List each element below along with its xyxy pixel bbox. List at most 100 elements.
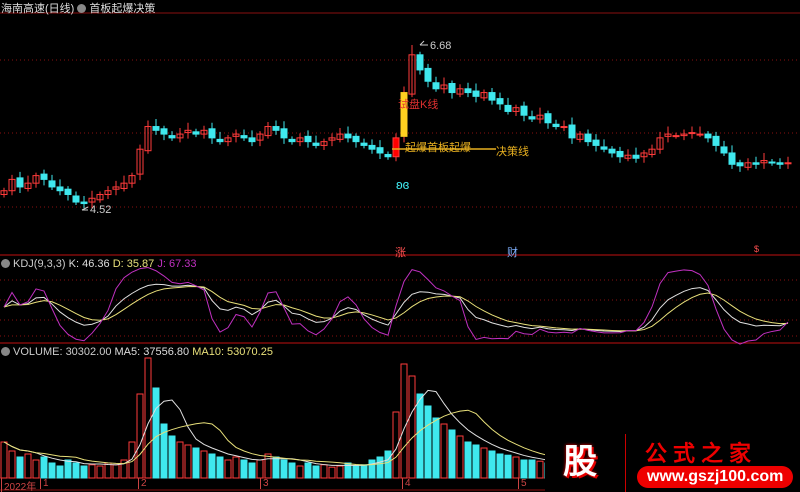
candle-body — [520, 105, 528, 116]
candle-body — [568, 124, 576, 139]
candle-body — [376, 147, 384, 154]
volume-bar — [424, 405, 432, 479]
decision-line-label: 决策线 — [496, 146, 529, 158]
candle-body — [392, 137, 400, 158]
volume-bar — [56, 465, 64, 479]
volume-bar — [376, 456, 384, 479]
candle-body — [16, 177, 24, 188]
watermark-url: www.gszj100.com — [637, 466, 794, 488]
time-axis-label: 1 — [40, 478, 49, 489]
candle-body — [40, 173, 48, 180]
candle-body — [632, 154, 640, 159]
volume-bar — [240, 459, 248, 479]
candle-body — [416, 54, 424, 71]
candle-body — [672, 135, 680, 138]
volume-bar — [408, 375, 416, 479]
watermark-glyph: 股 — [563, 443, 597, 481]
candle-body — [784, 162, 792, 165]
volume-bar — [48, 462, 56, 479]
candle-body — [688, 132, 696, 135]
mark-cai[interactable]: 财 — [507, 244, 518, 260]
mark-zhang[interactable]: 涨 — [395, 244, 406, 260]
candle-body — [608, 148, 616, 154]
candle-body — [728, 152, 736, 165]
volume-bar — [304, 462, 312, 479]
candle-body — [304, 135, 312, 143]
dropdown-icon[interactable] — [1, 347, 10, 356]
volume-bar — [72, 462, 80, 479]
volume-bar — [520, 459, 528, 479]
volume-bar — [16, 456, 24, 479]
volume-bar — [64, 459, 72, 479]
volume-bar — [440, 423, 448, 479]
volume-bar — [0, 441, 8, 479]
volume-bar — [192, 447, 200, 479]
kdj-legend: KDJ(9,3,3) K: 46.36 D: 35.87 J: 67.33 — [1, 258, 196, 270]
butterfly-icon: ʚɞ — [396, 177, 410, 192]
candle-body — [72, 195, 80, 203]
time-axis-label: 2 — [138, 478, 147, 489]
candle-body — [384, 153, 392, 158]
candle-body — [192, 131, 200, 135]
candle-body — [208, 128, 216, 139]
time-axis-label: 5 — [518, 478, 527, 489]
volume-bar — [80, 465, 88, 479]
volume-bar — [496, 453, 504, 479]
candle-body — [464, 88, 472, 94]
volume-bar — [400, 363, 408, 479]
watermark: 股 公式之家 www.gszj100.com — [545, 434, 800, 492]
volume-bar — [256, 459, 264, 479]
dropdown-icon[interactable] — [77, 4, 87, 13]
candle-body — [312, 142, 320, 146]
volume-bar — [272, 456, 280, 479]
candle-body — [704, 133, 712, 139]
candle-body — [64, 188, 72, 195]
j-line — [3, 267, 789, 345]
trial-k-label: 试盘K线 — [398, 99, 439, 111]
volume-bar — [232, 456, 240, 479]
volume-bar — [184, 444, 192, 479]
watermark-name: 公式之家 — [645, 441, 758, 466]
volume-bar — [336, 465, 344, 479]
volume-bar — [136, 393, 144, 479]
first-board-label: 起爆首板起爆 — [405, 142, 471, 154]
candle-body — [776, 162, 784, 165]
candle-body — [720, 146, 728, 154]
candle-body — [80, 201, 88, 205]
volume-bar — [432, 417, 440, 479]
volume-bar — [384, 450, 392, 479]
candle-body — [504, 104, 512, 112]
candle-body — [544, 113, 552, 124]
high-label: 6.68 — [430, 40, 452, 52]
volume-bar — [144, 357, 152, 479]
candle-body — [768, 161, 776, 164]
volume-bar — [280, 459, 288, 479]
candle-body — [424, 67, 432, 82]
volume-bar — [368, 459, 376, 479]
volume-bar — [96, 465, 104, 479]
mark-s[interactable]: $ — [754, 244, 759, 254]
volume-bar — [168, 435, 176, 479]
volume-bar — [312, 465, 320, 479]
candle-body — [352, 135, 360, 143]
candle-body — [528, 116, 536, 120]
volume-bar — [472, 444, 480, 479]
candle-body — [216, 138, 224, 143]
candle-body — [736, 162, 744, 167]
volume-bar — [288, 462, 296, 479]
candle-body — [752, 162, 760, 165]
candle-body — [344, 133, 352, 139]
indicator-name[interactable]: 首板起爆决策 — [89, 3, 155, 15]
volume-bar — [208, 453, 216, 479]
candle-body — [152, 126, 160, 131]
volume-bar — [528, 459, 536, 479]
candle-body — [280, 128, 288, 139]
dropdown-icon[interactable] — [1, 259, 10, 268]
volume-bar — [456, 435, 464, 479]
candle-body — [160, 128, 168, 135]
volume-bar — [176, 441, 184, 479]
volume-bar — [264, 453, 272, 479]
volume-bar — [488, 450, 496, 479]
candle-body — [472, 90, 480, 97]
candle-body — [168, 135, 176, 139]
